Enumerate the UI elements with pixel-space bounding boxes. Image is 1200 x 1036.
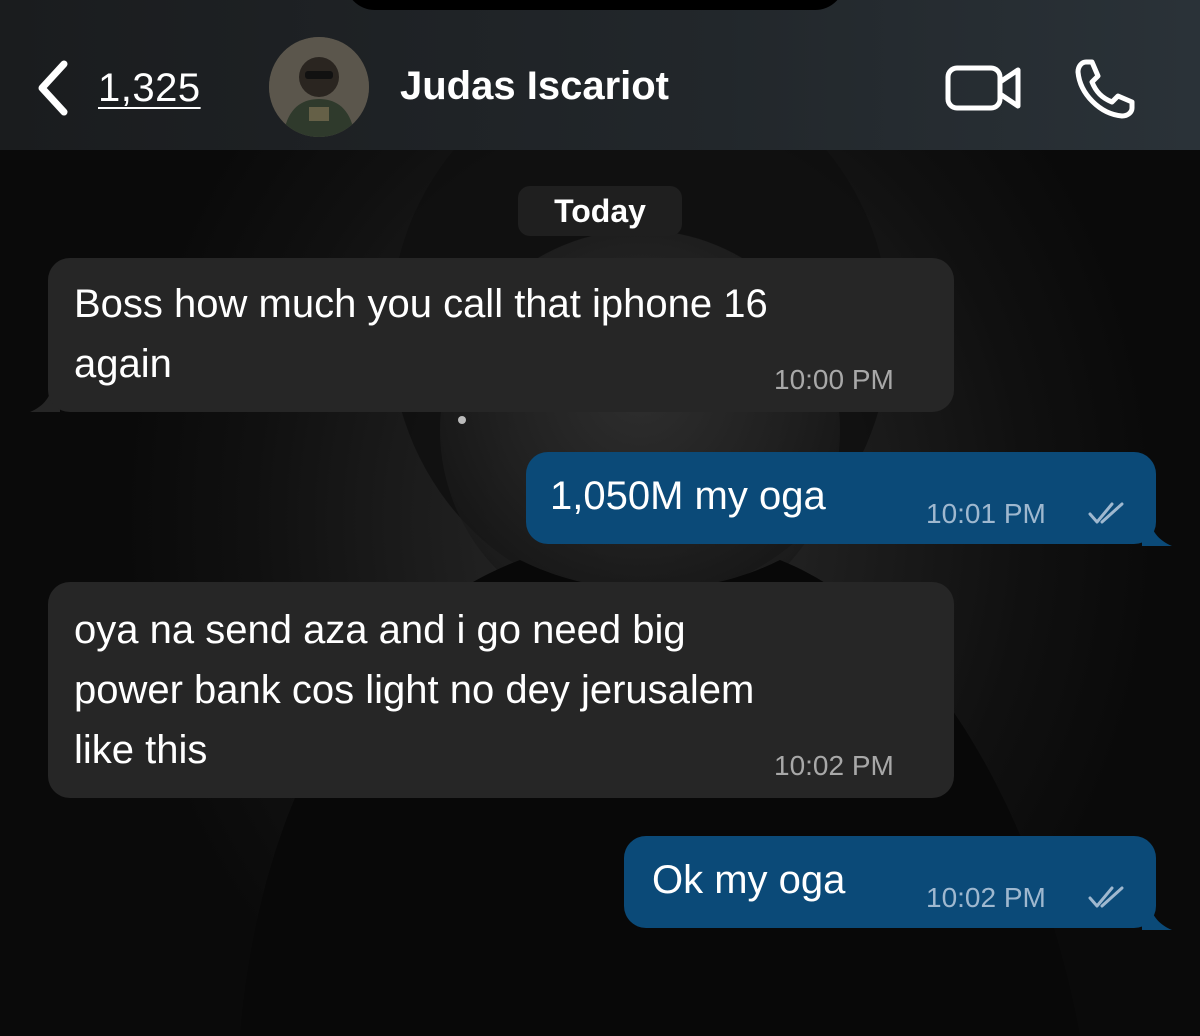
message-text-line: again (74, 342, 172, 386)
message-bubble-incoming[interactable]: oya na send aza and i go need big power … (48, 582, 954, 798)
message-bubble-incoming[interactable]: Boss how much you call that iphone 16 ag… (48, 258, 954, 412)
message-bubble-outgoing[interactable]: 1,050M my oga 10:01 PM (526, 452, 1156, 544)
message-timestamp: 10:02 PM (774, 750, 894, 781)
bubble-tail (1142, 516, 1172, 546)
chevron-left-icon (38, 60, 68, 116)
message-text-line: Boss how much you call that iphone 16 (74, 282, 768, 326)
message-timestamp: 10:00 PM (774, 364, 894, 395)
phone-icon[interactable] (1072, 56, 1138, 122)
message-timestamp: 10:01 PM (926, 498, 1046, 529)
bubble-tail (1142, 900, 1172, 930)
contact-avatar[interactable] (269, 37, 369, 137)
message-text-line: 1,050M my oga (550, 474, 826, 518)
message-timestamp: 10:02 PM (926, 882, 1046, 913)
message-bubble-outgoing[interactable]: Ok my oga 10:02 PM (624, 836, 1156, 928)
message-text-line: like this (74, 728, 208, 772)
double-check-icon (1088, 502, 1124, 524)
chat-header: 1,325 Judas Iscariot (0, 0, 1200, 150)
avatar-image (269, 37, 369, 137)
date-separator: Today (518, 186, 682, 236)
contact-name[interactable]: Judas Iscariot (400, 64, 669, 109)
message-text-line: power bank cos light no dey jerusalem (74, 668, 755, 712)
message-text-line: Ok my oga (652, 858, 846, 902)
message-text-line: oya na send aza and i go need big (74, 608, 686, 652)
unread-count[interactable]: 1,325 (98, 66, 201, 111)
message-list[interactable]: Today Boss how much you call that iphone… (0, 150, 1200, 1036)
video-camera-icon[interactable] (944, 60, 1024, 116)
double-check-icon (1088, 886, 1124, 908)
back-button[interactable]: 1,325 (34, 56, 201, 120)
device-notch (345, 0, 845, 10)
